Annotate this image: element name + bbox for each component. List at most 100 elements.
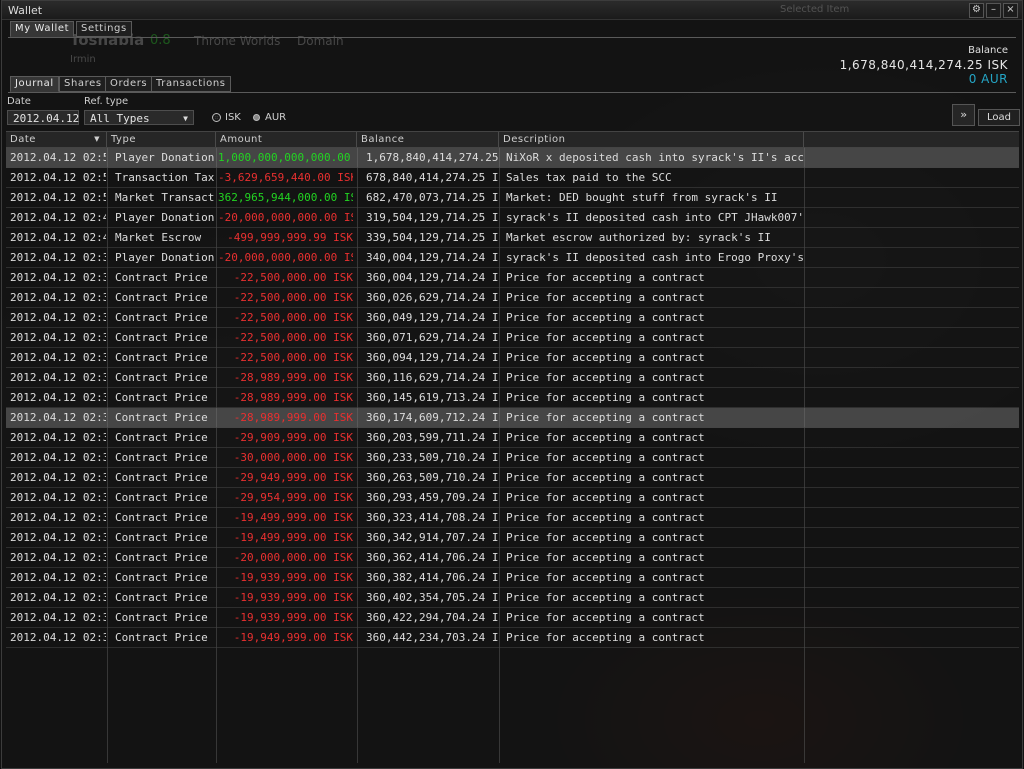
radio-isk-label: ISK [225, 112, 241, 123]
sort-down-icon: ▼ [94, 135, 100, 143]
cell-date: 2012.04.12 02:33 [10, 271, 106, 284]
date-input[interactable]: 2012.04.12 [7, 110, 79, 125]
radio-aur[interactable]: AUR [253, 112, 286, 123]
cell-type: Contract Price [115, 411, 208, 424]
bg-security: 0.8 [150, 33, 171, 48]
cell-balance: 360,094,129,714.24 ISK [366, 351, 498, 364]
balance-label: Balance [968, 45, 1008, 56]
table-row[interactable]: 2012.04.12 02:33 Contract Price -22,500,00… [6, 328, 1019, 348]
cell-type: Contract Price [115, 551, 208, 564]
bg-selected-item: Selected Item [780, 4, 850, 15]
tab-orders[interactable]: Orders [105, 76, 153, 92]
table-row[interactable]: 2012.04.12 02:50 Market Transaction362,96… [6, 188, 1019, 208]
cell-description: Price for accepting a contract [506, 411, 705, 424]
cell-date: 2012.04.12 02:39 [10, 251, 106, 264]
cell-description: Price for accepting a contract [506, 591, 705, 604]
col-amount[interactable]: Amount [216, 132, 357, 147]
table-row[interactable]: 2012.04.12 02:32 Contract Price -29,909,99… [6, 428, 1019, 448]
table-row[interactable]: 2012.04.12 02:32 Contract Price -30,000,00… [6, 448, 1019, 468]
table-row[interactable]: 2012.04.12 02:33 Contract Price -22,500,00… [6, 308, 1019, 328]
table-row[interactable]: 2012.04.12 02:30 Contract Price -19,939,99… [6, 588, 1019, 608]
tab-journal[interactable]: Journal [10, 76, 59, 92]
table-row[interactable]: 2012.04.12 02:31 Contract Price -19,499,99… [6, 528, 1019, 548]
cell-description: syrack's II deposited cash into CPT JHaw… [506, 211, 804, 224]
cell-date: 2012.04.12 02:30 [10, 591, 106, 604]
table-header: Date ▼ Type Amount Balance Description [6, 131, 1019, 148]
col-balance[interactable]: Balance [357, 132, 499, 147]
subtab-divider [8, 92, 1016, 93]
col-date[interactable]: Date ▼ [6, 132, 107, 147]
cell-amount: -499,999,999.99 ISK [227, 231, 353, 244]
window-title: Wallet [8, 4, 43, 17]
table-row[interactable]: 2012.04.12 02:52 Player Donation 1,000,000… [6, 148, 1019, 168]
cell-description: Price for accepting a contract [506, 371, 705, 384]
cell-type: Contract Price [115, 291, 208, 304]
cell-type: Player Donation [115, 151, 215, 164]
cell-date: 2012.04.12 02:32 [10, 351, 106, 364]
close-icon[interactable]: × [1003, 3, 1018, 18]
table-row[interactable]: 2012.04.12 02:32 Contract Price -28,989,99… [6, 388, 1019, 408]
cell-balance: 360,004,129,714.24 ISK [366, 271, 498, 284]
cell-type: Contract Price [115, 631, 208, 644]
cell-balance: 360,263,509,710.24 ISK [366, 471, 498, 484]
table-row[interactable]: 2012.04.12 02:31 Contract Price -19,499,99… [6, 508, 1019, 528]
table-row[interactable]: 2012.04.12 02:30 Contract Price -19,949,99… [6, 628, 1019, 648]
expand-icon[interactable]: » [952, 104, 975, 126]
radio-isk[interactable]: ISK [212, 112, 241, 123]
cell-type: Contract Price [115, 351, 208, 364]
cell-description: Price for accepting a contract [506, 431, 705, 444]
table-row[interactable]: 2012.04.12 02:41 Player Donation -20,000,0… [6, 208, 1019, 228]
cell-amount: -28,989,999.00 ISK [233, 411, 353, 424]
tab-divider [8, 37, 1016, 38]
cell-description: Price for accepting a contract [506, 451, 705, 464]
cell-date: 2012.04.12 02:32 [10, 451, 106, 464]
table-row[interactable]: 2012.04.12 02:40 Market Escrow -499,999,99… [6, 228, 1019, 248]
cell-amount: -19,949,999.00 ISK [233, 631, 353, 644]
tab-shares[interactable]: Shares [59, 76, 107, 92]
col-description[interactable]: Description [499, 132, 804, 147]
cell-amount: -28,989,999.00 ISK [233, 371, 353, 384]
cell-type: Contract Price [115, 491, 208, 504]
table-row[interactable]: 2012.04.12 02:50 Transaction Tax -3,629,65… [6, 168, 1019, 188]
table-row[interactable]: 2012.04.12 02:31 Contract Price -29,954,99… [6, 488, 1019, 508]
table-row[interactable]: 2012.04.12 02:31 Contract Price -29,949,99… [6, 468, 1019, 488]
table-row[interactable]: 2012.04.12 02:32 Contract Price -28,989,99… [6, 368, 1019, 388]
table-row[interactable]: 2012.04.12 02:33 Contract Price -22,500,00… [6, 268, 1019, 288]
cell-amount: -20,000,000.00 ISK [233, 551, 353, 564]
table-row[interactable]: 2012.04.12 02:32 Contract Price -28,989,99… [6, 408, 1019, 428]
cell-type: Market Escrow [115, 231, 202, 244]
cell-date: 2012.04.12 02:52 [10, 151, 106, 164]
title-bar[interactable]: Wallet ⚙ – × [2, 1, 1022, 20]
cell-date: 2012.04.12 02:31 [10, 511, 106, 524]
col-type[interactable]: Type [107, 132, 216, 147]
ref-type-select[interactable]: All Types ▼ [84, 110, 194, 125]
tab-my-wallet[interactable]: My Wallet [10, 21, 75, 37]
wallet-window: Wallet ⚙ – × Toshabia 0.8 Throne Worlds … [1, 0, 1023, 769]
cell-type: Contract Price [115, 611, 208, 624]
cell-type: Contract Price [115, 371, 208, 384]
cell-type: Contract Price [115, 571, 208, 584]
minimize-icon[interactable]: – [986, 3, 1001, 18]
cell-balance: 319,504,129,714.25 ISK [366, 211, 498, 224]
balance-panel: Balance 1,678,840,414,274.25 ISK 0 AUR [840, 45, 1008, 86]
cell-balance: 360,293,459,709.24 ISK [366, 491, 498, 504]
tab-settings[interactable]: Settings [76, 21, 132, 37]
cell-amount: -28,989,999.00 ISK [233, 391, 353, 404]
table-row[interactable]: 2012.04.12 02:31 Contract Price -20,000,00… [6, 548, 1019, 568]
cell-amount: -22,500,000.00 ISK [233, 331, 353, 344]
table-row[interactable]: 2012.04.12 02:31 Contract Price -19,939,99… [6, 568, 1019, 588]
table-row[interactable]: 2012.04.12 02:39 Player Donation -20,000,0… [6, 248, 1019, 268]
radio-isk-icon [212, 113, 221, 122]
table-row[interactable]: 2012.04.12 02:30 Contract Price -19,939,99… [6, 608, 1019, 628]
load-button[interactable]: Load [978, 109, 1020, 126]
cell-amount: -29,909,999.00 ISK [233, 431, 353, 444]
cell-balance: 678,840,414,274.25 ISK [366, 171, 498, 184]
cell-balance: 360,402,354,705.24 ISK [366, 591, 498, 604]
tab-transactions[interactable]: Transactions [151, 76, 231, 92]
cell-amount: -19,939,999.00 ISK [233, 611, 353, 624]
gear-icon[interactable]: ⚙ [969, 3, 984, 18]
table-row[interactable]: 2012.04.12 02:32 Contract Price -22,500,00… [6, 348, 1019, 368]
table-row[interactable]: 2012.04.12 02:33 Contract Price -22,500,00… [6, 288, 1019, 308]
cell-type: Contract Price [115, 591, 208, 604]
cell-balance: 360,203,599,711.24 ISK [366, 431, 498, 444]
